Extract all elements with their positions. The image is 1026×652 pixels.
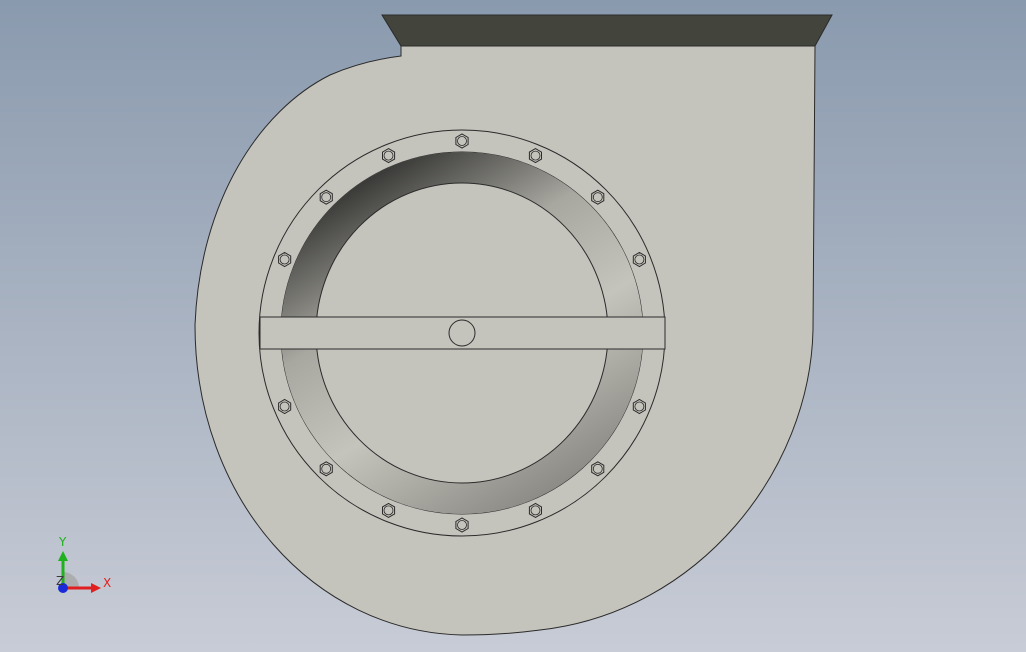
- y-axis-label: Y: [58, 535, 67, 549]
- fan-model-scene[interactable]: Y X Z: [0, 0, 1026, 652]
- shaft-hub[interactable]: [448, 319, 476, 347]
- cad-viewport[interactable]: Y X Z: [0, 0, 1026, 652]
- x-axis-label: X: [103, 576, 111, 590]
- outlet-flange[interactable]: [381, 14, 833, 47]
- z-axis-label: Z: [56, 574, 64, 588]
